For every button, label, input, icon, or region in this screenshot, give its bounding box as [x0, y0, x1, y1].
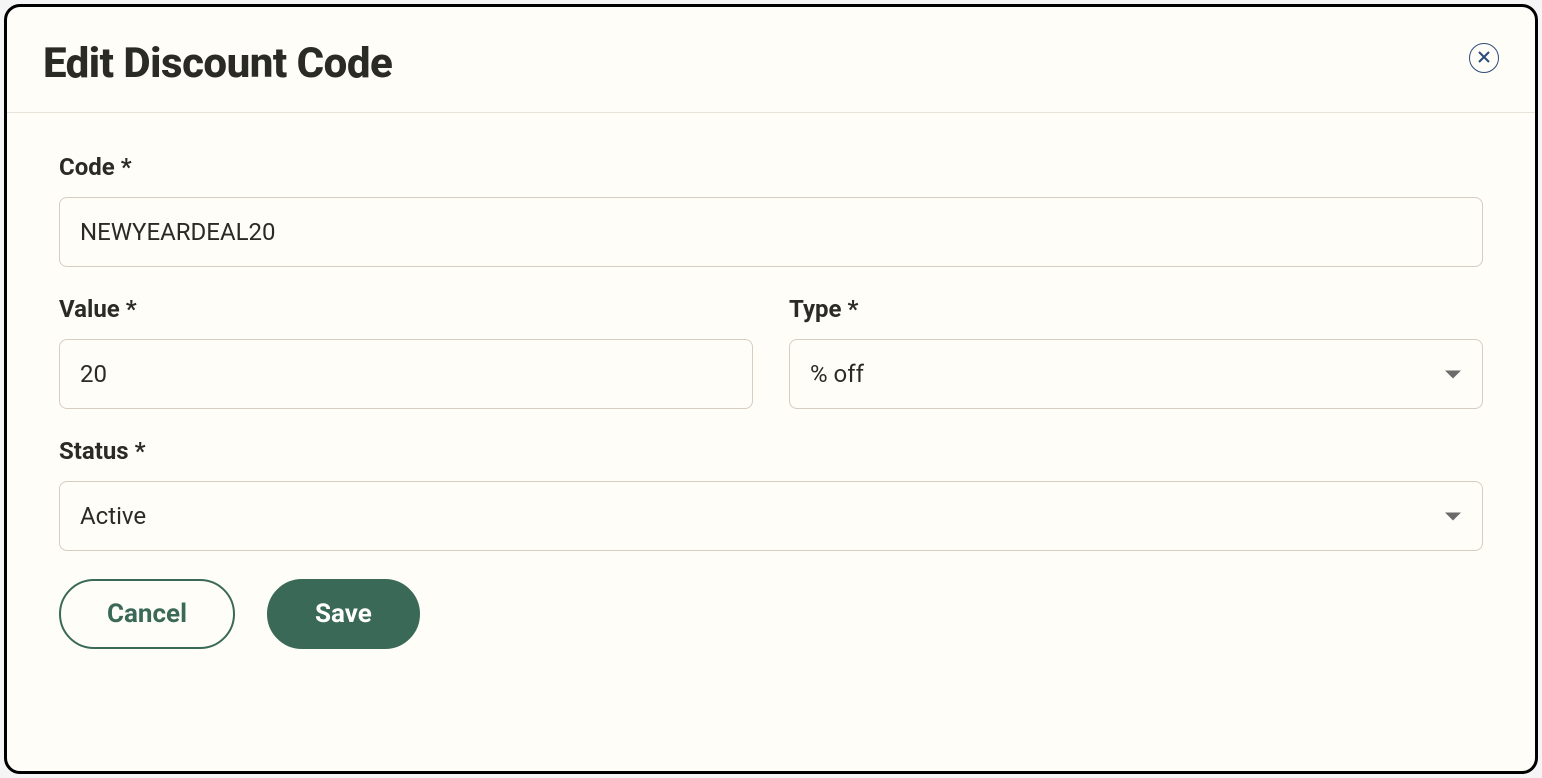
- cancel-button[interactable]: Cancel: [59, 579, 235, 649]
- value-input[interactable]: [59, 339, 753, 409]
- save-button[interactable]: Save: [267, 579, 420, 649]
- type-field-group: Type * % off: [789, 295, 1483, 409]
- type-select-wrap: % off: [789, 339, 1483, 409]
- status-field-group: Status * Active: [59, 437, 1483, 551]
- close-icon: [1477, 50, 1491, 67]
- modal-body: Code * Value * Type * % off: [7, 113, 1535, 771]
- code-field-group: Code *: [59, 153, 1483, 267]
- value-field-group: Value *: [59, 295, 753, 409]
- modal-header: Edit Discount Code: [7, 7, 1535, 113]
- code-input[interactable]: [59, 197, 1483, 267]
- status-select-wrap: Active: [59, 481, 1483, 551]
- type-select[interactable]: % off: [789, 339, 1483, 409]
- status-select[interactable]: Active: [59, 481, 1483, 551]
- type-label: Type *: [789, 295, 1483, 323]
- close-button[interactable]: [1469, 43, 1499, 73]
- modal-actions: Cancel Save: [59, 579, 1483, 649]
- status-label: Status *: [59, 437, 1483, 465]
- code-label: Code *: [59, 153, 1483, 181]
- value-type-row: Value * Type * % off: [59, 295, 1483, 437]
- value-label: Value *: [59, 295, 753, 323]
- modal-title: Edit Discount Code: [43, 39, 392, 88]
- edit-discount-modal: Edit Discount Code Code * Value * Type *: [4, 4, 1538, 774]
